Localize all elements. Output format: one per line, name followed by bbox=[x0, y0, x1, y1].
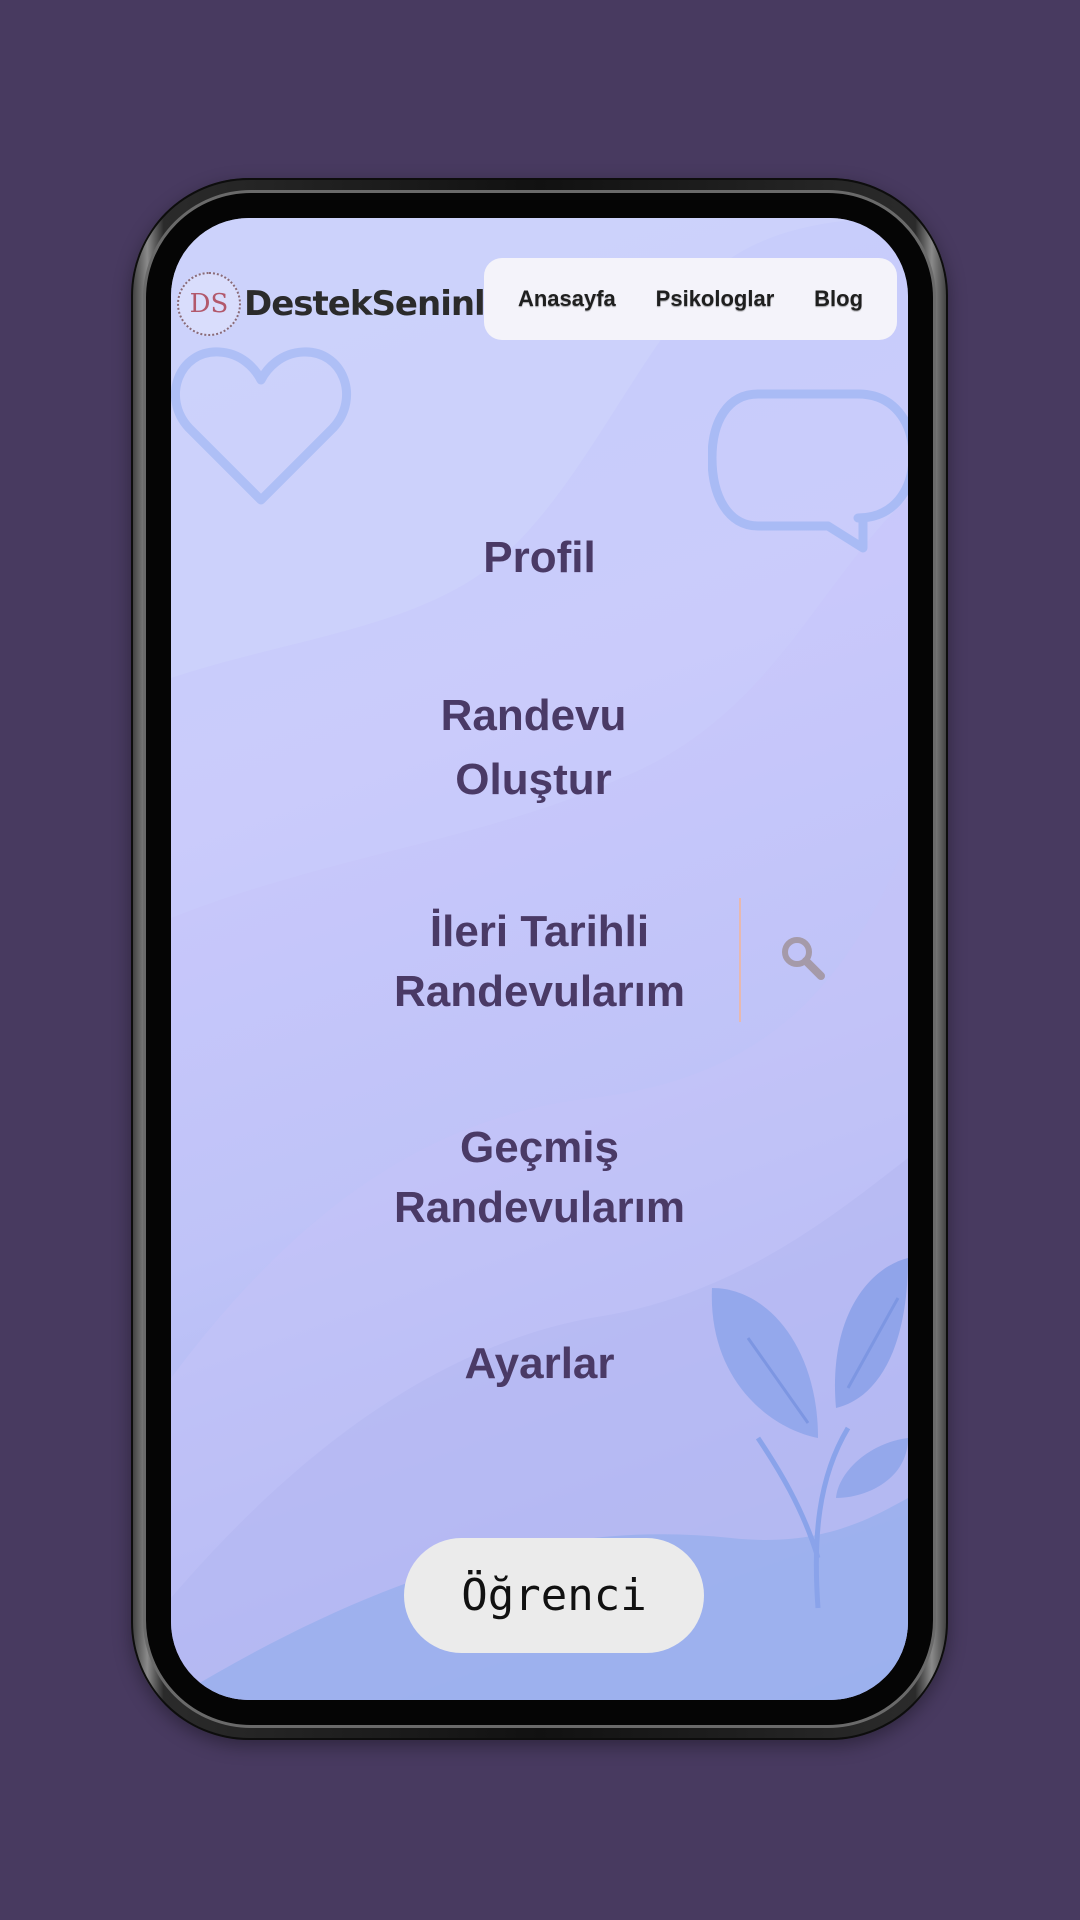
search-divider bbox=[739, 898, 741, 1022]
menu-item-create-appointment[interactable]: Randevu Oluştur bbox=[171, 686, 902, 810]
menu-item-settings-label: Ayarlar bbox=[464, 1339, 615, 1388]
menu-item-past-appointments[interactable]: Geçmiş Randevularım bbox=[171, 1118, 908, 1238]
role-button[interactable]: Öğrenci bbox=[404, 1538, 704, 1653]
brand-name[interactable]: DestekSeninle bbox=[244, 284, 508, 324]
menu-item-settings[interactable]: Ayarlar bbox=[171, 1334, 908, 1394]
top-nav: Anasayfa Psikologlar Blog bbox=[484, 258, 897, 340]
menu-item-create-appointment-line2: Oluştur bbox=[455, 755, 612, 804]
menu-item-past-appointments-line2: Randevularım bbox=[394, 1183, 685, 1232]
leaf-plant-icon bbox=[711, 1258, 908, 1609]
nav-item-psychologists[interactable]: Psikologlar bbox=[656, 286, 775, 312]
logo[interactable]: DS bbox=[177, 272, 241, 336]
menu-item-profile-label: Profil bbox=[483, 533, 596, 582]
menu-item-past-appointments-line1: Geçmiş bbox=[460, 1123, 619, 1172]
phone-frame: DS DestekSeninle Anasayfa Psikologlar Bl… bbox=[131, 178, 948, 1740]
search-icon[interactable] bbox=[779, 934, 827, 982]
menu-item-profile[interactable]: Profil bbox=[171, 528, 908, 588]
heart-icon bbox=[171, 347, 352, 505]
nav-item-blog[interactable]: Blog bbox=[814, 286, 863, 312]
nav-item-home[interactable]: Anasayfa bbox=[518, 286, 616, 312]
page-background: DS DestekSeninle Anasayfa Psikologlar Bl… bbox=[0, 0, 1080, 1920]
app-screen: DS DestekSeninle Anasayfa Psikologlar Bl… bbox=[171, 218, 908, 1700]
logo-monogram: DS bbox=[189, 289, 229, 319]
menu-item-create-appointment-line1: Randevu bbox=[440, 691, 627, 740]
